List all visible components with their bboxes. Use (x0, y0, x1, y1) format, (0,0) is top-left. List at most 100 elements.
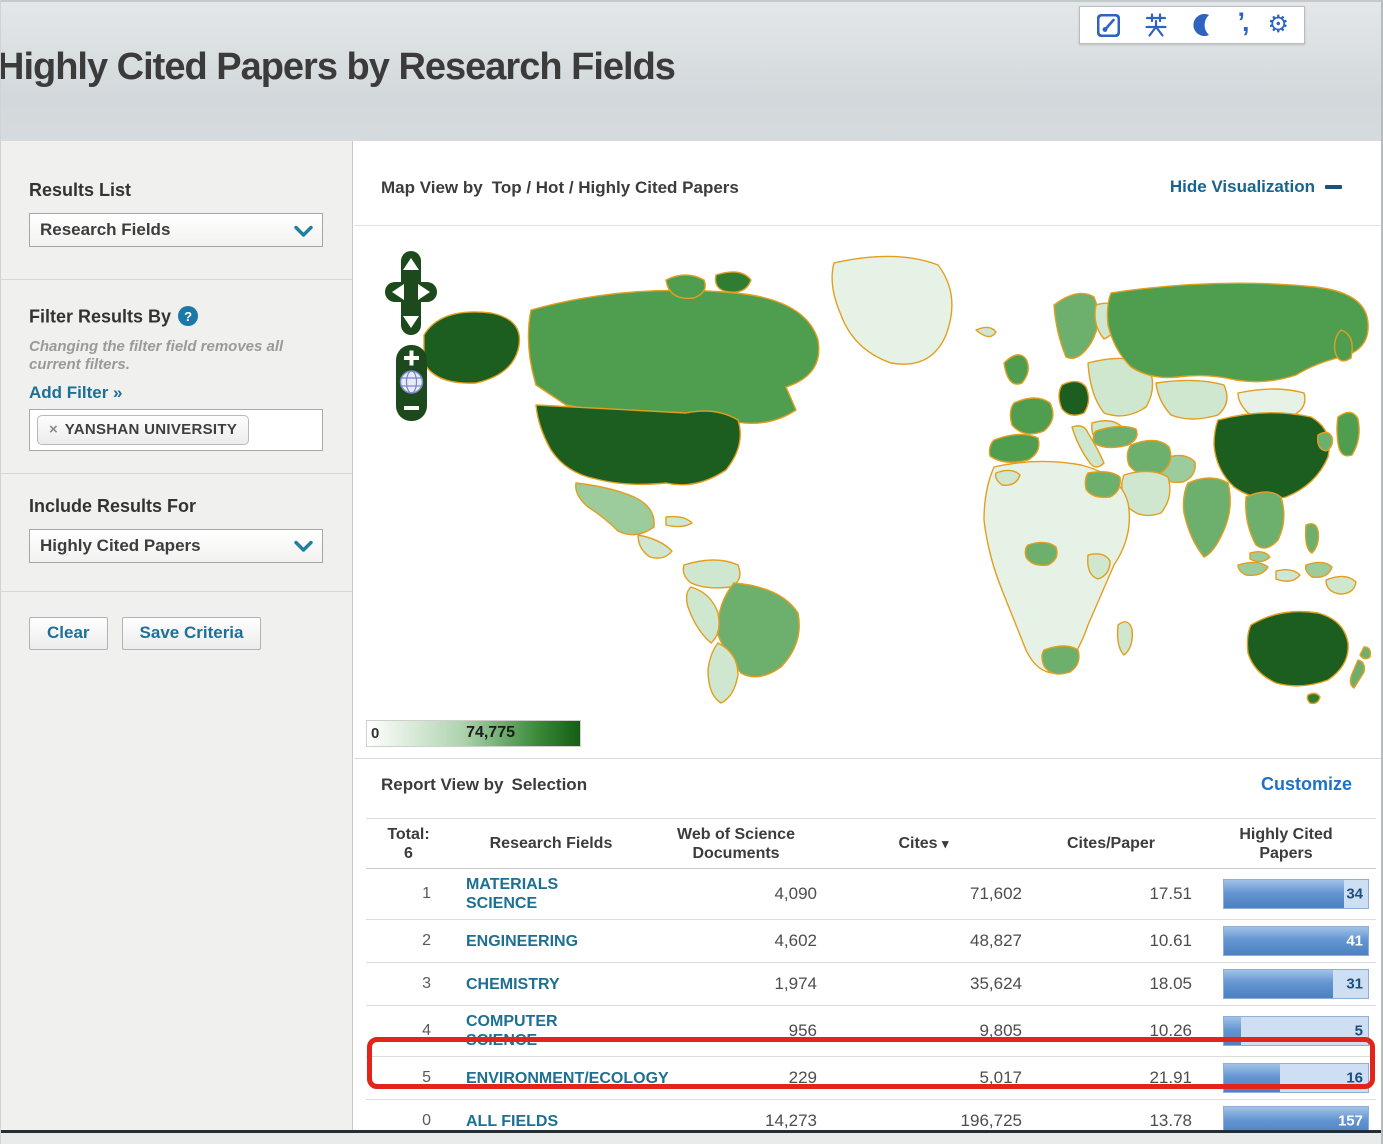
minus-icon (1325, 185, 1342, 189)
app-page: Highly Cited Papers by Research Fields (0, 0, 1383, 1144)
row-docs-value: 4,090 (651, 869, 821, 920)
row-cites-value: 9,805 (821, 1006, 1026, 1057)
results-list-label: Results List (29, 180, 324, 201)
row-docs-value: 1,974 (651, 963, 821, 1006)
row-hcp-cell: 5 (1196, 1006, 1376, 1057)
col-cites-sort[interactable]: Cites ▾ (821, 819, 1026, 869)
total-header: Total: 6 (366, 819, 451, 869)
row-field-cell: MATERIALS SCIENCE (451, 869, 651, 920)
remove-tag-icon[interactable]: × (49, 421, 58, 438)
filter-tag-label: YANSHAN UNIVERSITY (65, 421, 237, 438)
map-view-title-value: Top / Hot / Highly Cited Papers (492, 178, 739, 197)
settings-gear-icon[interactable]: ⚙ (1267, 13, 1289, 37)
research-field-link[interactable]: COMPUTER SCIENCE (451, 1012, 629, 1050)
page-header: Highly Cited Papers by Research Fields (1, 0, 1381, 141)
help-icon[interactable]: ? (178, 306, 198, 326)
research-field-link[interactable]: MATERIALS SCIENCE (451, 875, 629, 913)
filter-tag[interactable]: × YANSHAN UNIVERSITY (37, 415, 249, 445)
total-value: 6 (366, 844, 451, 863)
chevron-down-icon (288, 535, 318, 559)
quote-annotation-icon[interactable]: ’, (1237, 12, 1246, 32)
report-view-title: Report View bySelection (381, 775, 587, 795)
table-row: 2ENGINEERING 4,60248,82710.61 41 (366, 920, 1376, 963)
row-rank: 5 (366, 1057, 451, 1100)
research-field-link[interactable]: CHEMISTRY (451, 975, 560, 994)
hcp-bar: 34 (1223, 879, 1369, 909)
map-controls (384, 251, 440, 421)
row-field-cell: COMPUTER SCIENCE (451, 1006, 651, 1057)
total-label: Total: (366, 825, 451, 844)
table-row: 1MATERIALS SCIENCE 4,09071,60217.51 34 (366, 869, 1376, 920)
row-cites-per-paper-value: 10.61 (1026, 920, 1196, 963)
row-docs-value: 229 (651, 1057, 821, 1100)
row-rank: 3 (366, 963, 451, 1006)
hcp-bar-value: 157 (1338, 1113, 1363, 1130)
row-docs-value: 956 (651, 1006, 821, 1057)
language-translate-icon[interactable] (1143, 12, 1169, 38)
row-hcp-cell: 34 (1196, 869, 1376, 920)
table-row-highlighted: 5ENVIRONMENT/ECOLOGY 2295,01721.91 16 (366, 1057, 1376, 1100)
table-header-row: Total: 6 Research Fields Web of Science … (366, 819, 1376, 869)
results-list-dropdown[interactable]: Research Fields (29, 213, 323, 247)
col-cites-label: Cites (898, 835, 937, 852)
row-cites-value: 48,827 (821, 920, 1026, 963)
results-list-selected: Research Fields (30, 220, 170, 240)
dashboard-gauge-icon[interactable] (1095, 12, 1122, 39)
col-cites-per-paper: Cites/Paper (1026, 819, 1196, 869)
dark-mode-moon-icon[interactable] (1190, 12, 1216, 38)
world-choropleth-map[interactable] (366, 235, 1376, 705)
row-hcp-cell: 41 (1196, 920, 1376, 963)
report-table-body: 1MATERIALS SCIENCE 4,09071,60217.51 34 2ENG… (366, 869, 1376, 1143)
filter-results-label: Filter Results By (29, 307, 171, 327)
hcp-bar-value: 5 (1355, 1023, 1363, 1040)
legend-max-value: 74,775 (466, 724, 515, 742)
hcp-bar-value: 31 (1346, 976, 1363, 993)
map-zoom-control (396, 345, 427, 421)
row-rank: 1 (366, 869, 451, 920)
filter-note: Changing the filter field removes all cu… (29, 338, 309, 374)
hcp-bar: 31 (1223, 969, 1369, 999)
row-field-cell: ENVIRONMENT/ECOLOGY (451, 1057, 651, 1100)
main-content: Map View by Top / Hot / Highly Cited Pape… (354, 141, 1383, 1130)
research-field-link[interactable]: ALL FIELDS (451, 1112, 558, 1131)
row-field-cell: ENGINEERING (451, 920, 651, 963)
row-cites-per-paper-value: 21.91 (1026, 1057, 1196, 1100)
table-row: 3CHEMISTRY 1,97435,62418.05 31 (366, 963, 1376, 1006)
row-cites-value: 35,624 (821, 963, 1026, 1006)
add-filter-link[interactable]: Add Filter » (29, 383, 123, 403)
row-field-cell: CHEMISTRY (451, 963, 651, 1006)
col-wos-documents: Web of Science Documents (651, 819, 821, 869)
row-cites-per-paper-value: 17.51 (1026, 869, 1196, 920)
report-view-title-prefix: Report View by (381, 775, 504, 794)
save-criteria-button[interactable]: Save Criteria (122, 617, 262, 650)
research-field-link[interactable]: ENVIRONMENT/ECOLOGY (451, 1069, 629, 1088)
hide-visualization-link[interactable]: Hide Visualization (1170, 177, 1342, 197)
row-cites-per-paper-value: 10.26 (1026, 1006, 1196, 1057)
bottom-strip (1, 1133, 1381, 1144)
report-table: Total: 6 Research Fields Web of Science … (366, 818, 1376, 1143)
row-cites-value: 71,602 (821, 869, 1026, 920)
table-row: 4COMPUTER SCIENCE 9569,80510.26 5 (366, 1006, 1376, 1057)
include-results-label: Include Results For (29, 496, 324, 517)
map-color-legend: 0 74,775 (366, 720, 581, 747)
clear-button[interactable]: Clear (29, 617, 108, 650)
col-highly-cited-papers: Highly Cited Papers (1196, 819, 1376, 869)
include-results-selected: Highly Cited Papers (30, 536, 201, 556)
filter-sidebar: Results List Research Fields Filter Resu… (1, 141, 353, 1130)
row-cites-value: 5,017 (821, 1057, 1026, 1100)
hcp-bar: 16 (1223, 1063, 1369, 1093)
include-results-dropdown[interactable]: Highly Cited Papers (29, 529, 323, 563)
row-rank: 2 (366, 920, 451, 963)
map-view-title-prefix: Map View by (381, 178, 483, 197)
filter-tag-box: × YANSHAN UNIVERSITY (29, 409, 323, 451)
customize-link[interactable]: Customize (1261, 774, 1352, 795)
research-field-link[interactable]: ENGINEERING (451, 932, 578, 951)
hcp-bar: 41 (1223, 926, 1369, 956)
page-title: Highly Cited Papers by Research Fields (0, 46, 675, 89)
row-cites-per-paper-value: 18.05 (1026, 963, 1196, 1006)
row-rank: 4 (366, 1006, 451, 1057)
hcp-bar-value: 41 (1346, 933, 1363, 950)
hcp-bar: 5 (1223, 1016, 1369, 1046)
map-view-title: Map View by Top / Hot / Highly Cited Pape… (381, 178, 739, 198)
row-docs-value: 4,602 (651, 920, 821, 963)
